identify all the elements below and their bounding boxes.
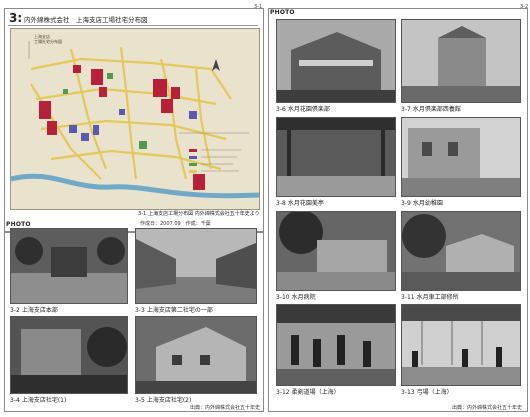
title-rule [8, 25, 258, 26]
photo-3-13 [401, 304, 521, 386]
photo-3-12-image [277, 305, 395, 385]
caption-3-5-number: 3-5 [135, 397, 145, 404]
green-areas [63, 73, 147, 149]
caption-3-8: 3-8 水月花園美亭 [276, 198, 324, 207]
photo-3-8 [276, 117, 396, 197]
photo-3-11 [401, 211, 521, 291]
section-title: 内外綿株式会社 上海支店工場社宅分布図 [24, 16, 148, 24]
caption-3-12-number: 3-12 [276, 389, 290, 396]
caption-3-6-number: 3-6 [276, 106, 286, 113]
photo-3-2-image [11, 229, 127, 303]
map-graphic [10, 41, 260, 199]
caption-3-12: 3-12 柔剣道場（上海） [276, 387, 340, 396]
photo-3-7 [401, 19, 521, 103]
photo-3-11-image [402, 212, 520, 290]
left-source: 出典：内外綿株式会社五十年史 [190, 405, 261, 411]
photo-3-9-image [402, 118, 520, 196]
caption-3-3-text: 上海支店第二社宅の一部 [146, 307, 213, 314]
photo-3-6 [276, 19, 396, 103]
caption-3-10-number: 3-10 [276, 294, 290, 301]
caption-3-3-number: 3-3 [135, 307, 145, 314]
caption-3-10-text: 水月病院 [291, 294, 316, 301]
caption-3-9-text: 水月幼稚園 [412, 200, 443, 207]
photo-3-6-image [277, 20, 395, 102]
caption-3-13-number: 3-13 [401, 389, 415, 396]
photo-3-2 [10, 228, 128, 304]
compass-icon [212, 59, 220, 71]
photo-3-3-image [136, 229, 256, 303]
map-inset-title: 上海支店 工場社宅分布図 [34, 34, 62, 44]
caption-3-2-number: 3-2 [10, 307, 20, 314]
map-credit: 作成日：2007.09 作成：千葉 [140, 221, 211, 227]
caption-3-13: 3-13 弓場（上海） [401, 387, 453, 396]
caption-3-8-number: 3-8 [276, 200, 286, 207]
caption-3-9: 3-9 水月幼稚園 [401, 198, 443, 207]
caption-3-11-number: 3-11 [401, 294, 415, 301]
caption-3-7-number: 3-7 [401, 106, 411, 113]
caption-3-13-text: 弓場（上海） [416, 389, 453, 396]
caption-3-5-text: 上海支店社宅(2) [146, 397, 192, 404]
photo-label-right: PHOTO [270, 9, 295, 16]
caption-3-10: 3-10 水月病院 [276, 292, 316, 301]
photo-3-12 [276, 304, 396, 386]
caption-3-11-text: 水月車工部修所 [416, 294, 459, 301]
caption-3-9-number: 3-9 [401, 200, 411, 207]
map-caption-number: 3-1 [138, 211, 147, 217]
photo-3-4-image [11, 317, 127, 393]
photo-3-13-image [402, 305, 520, 385]
photo-label-left: PHOTO [6, 221, 31, 228]
caption-3-4: 3-4 上海支店社宅(1) [10, 395, 66, 404]
caption-3-7: 3-7 水月倶楽部西養館 [401, 104, 461, 113]
caption-3-11: 3-11 水月車工部修所 [401, 292, 459, 301]
caption-3-4-text: 上海支店社宅(1) [21, 397, 67, 404]
map-caption-text: 上海支店工場分布図 内外綿株式会社五十年史より [148, 211, 260, 217]
section-number: 3: [9, 11, 23, 25]
caption-3-12-text: 柔剣道場（上海） [291, 389, 340, 396]
photo-3-5 [135, 316, 257, 394]
photo-3-4 [10, 316, 128, 394]
caption-3-4-number: 3-4 [10, 397, 20, 404]
caption-3-5: 3-5 上海支店社宅(2) [135, 395, 191, 404]
district-map [10, 28, 260, 210]
caption-3-2-text: 上海支店本部 [21, 307, 58, 314]
caption-3-3: 3-3 上海支店第二社宅の一部 [135, 305, 213, 314]
photo-3-9 [401, 117, 521, 197]
map-caption: 3-1 上海支店工場分布図 内外綿株式会社五十年史より [138, 210, 260, 217]
photo-3-8-image [277, 118, 395, 196]
caption-3-6-text: 水月花園倶楽部 [287, 106, 330, 113]
caption-3-7-text: 水月倶楽部西養館 [412, 106, 461, 113]
photo-3-7-image [402, 20, 520, 102]
right-source: 出典：内外綿株式会社五十年史 [452, 405, 523, 411]
photo-3-5-image [136, 317, 256, 393]
photo-3-10-image [277, 212, 395, 290]
road-network [30, 46, 232, 180]
photo-3-3 [135, 228, 257, 304]
caption-3-6: 3-6 水月花園倶楽部 [276, 104, 330, 113]
photo-3-10 [276, 211, 396, 291]
caption-3-8-text: 水月花園美亭 [287, 200, 324, 207]
caption-3-2: 3-2 上海支店本部 [10, 305, 58, 314]
